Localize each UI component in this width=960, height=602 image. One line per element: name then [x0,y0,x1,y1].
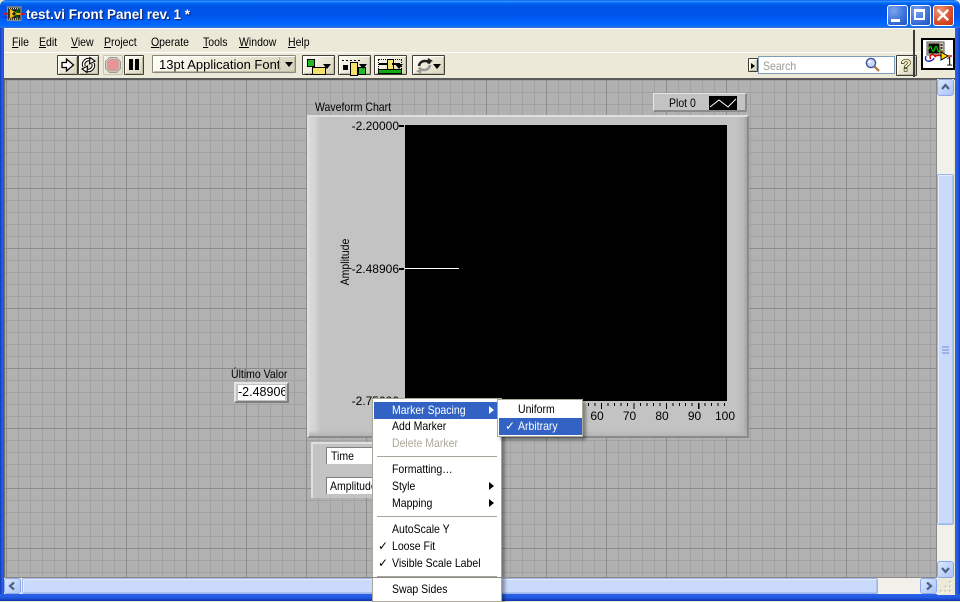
svg-text:1: 1 [946,55,953,69]
svg-text:?: ? [900,56,910,74]
